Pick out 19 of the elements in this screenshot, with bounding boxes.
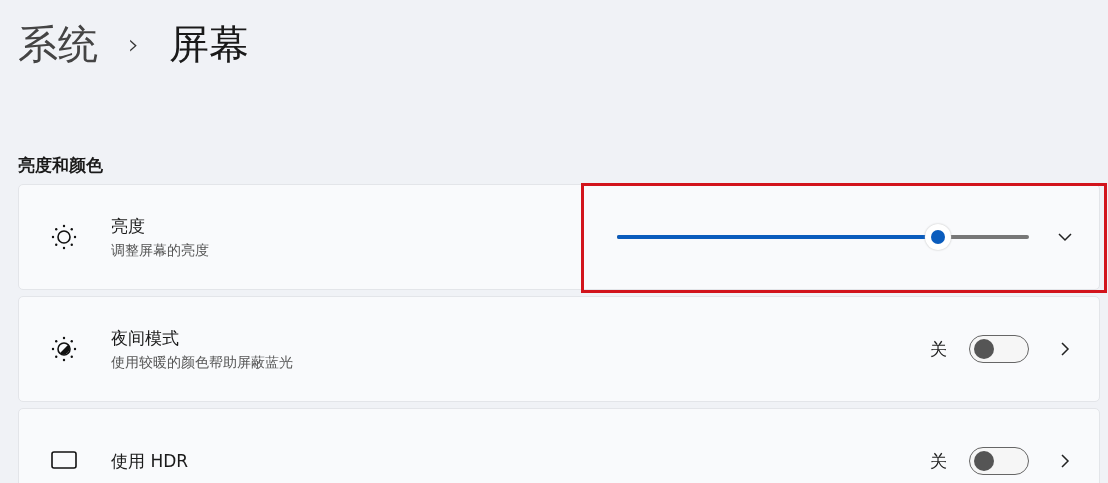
brightness-slider[interactable] xyxy=(617,224,1029,250)
section-heading: 亮度和颜色 xyxy=(18,154,104,177)
breadcrumb-separator: › xyxy=(128,27,140,61)
toggle-switch[interactable] xyxy=(969,447,1029,475)
setting-description: 调整屏幕的亮度 xyxy=(111,241,210,260)
slider-thumb[interactable] xyxy=(925,224,952,250)
setting-title: 使用 HDR xyxy=(111,449,190,473)
page-title: 屏幕 xyxy=(169,19,250,69)
setting-title: 夜间模式 xyxy=(111,326,180,350)
toggle-switch[interactable] xyxy=(969,335,1029,363)
setting-title: 亮度 xyxy=(111,214,146,238)
toggle-state-label: 关 xyxy=(930,449,947,473)
sun-icon xyxy=(49,222,79,252)
half-sun-icon xyxy=(49,334,79,364)
setting-card[interactable]: 使用 HDR 关 xyxy=(18,408,1100,483)
setting-description: 使用较暖的颜色帮助屏蔽蓝光 xyxy=(111,353,294,372)
toggle-state-label: 关 xyxy=(930,337,947,361)
breadcrumb-parent[interactable]: 系统 xyxy=(18,16,98,72)
setting-card[interactable]: 夜间模式 使用较暖的颜色帮助屏蔽蓝光 关 xyxy=(18,296,1100,402)
